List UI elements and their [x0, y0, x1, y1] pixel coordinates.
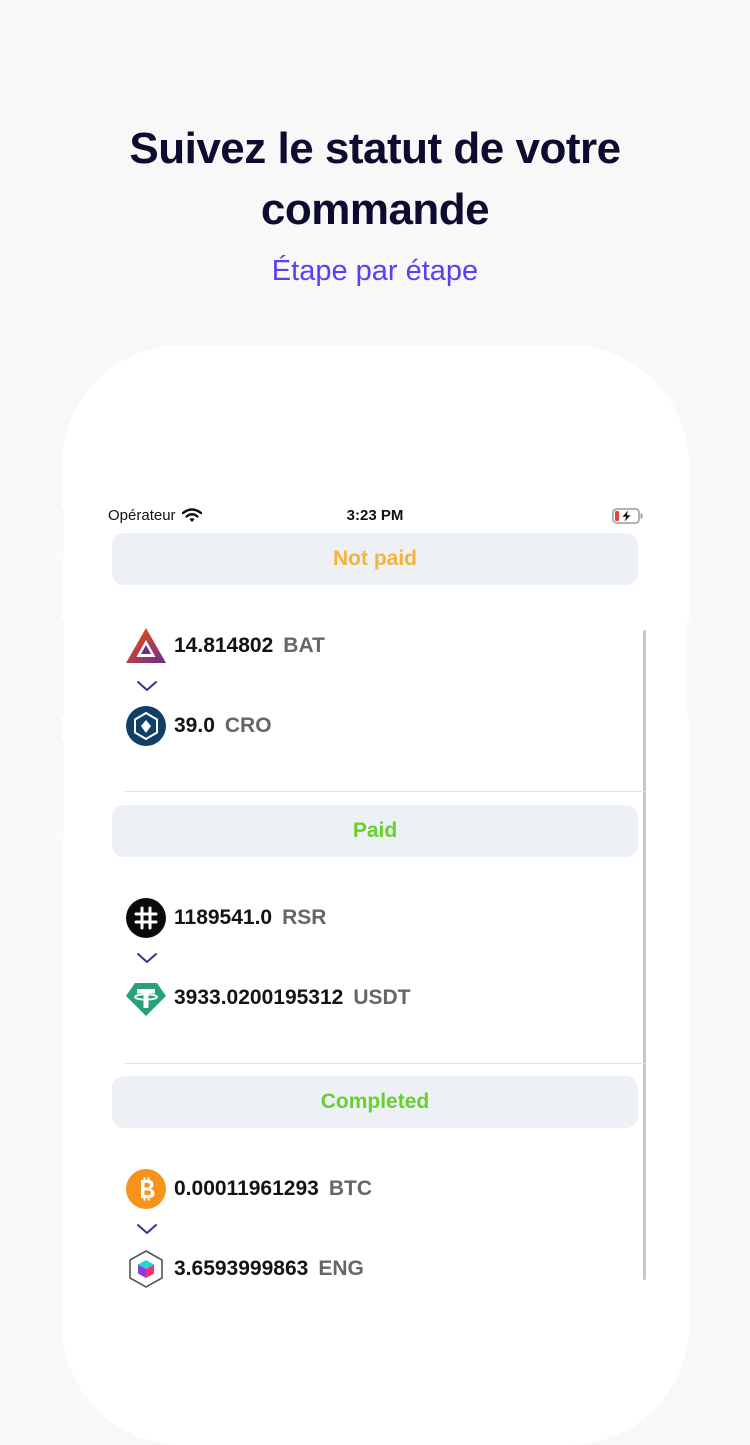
battery-charging-icon — [612, 508, 643, 524]
row-divider — [125, 791, 647, 792]
phone-side-button — [687, 620, 695, 720]
to-currency-row: 3.6593999863 ENG — [125, 1248, 364, 1290]
btc-coin-icon — [126, 1169, 166, 1209]
order-card[interactable]: Not paid 14.814802 BAT 39.0 CRO — [112, 533, 647, 793]
headline-line-2: commande — [260, 185, 490, 234]
row-divider — [125, 1063, 647, 1064]
status-label: Paid — [352, 819, 398, 842]
to-amount: 3.6593999863 — [174, 1257, 309, 1280]
order-card[interactable]: Paid 1189541.0 RSR 3933.0200195312 USDT — [112, 805, 647, 1065]
page-headline: Suivez le statut de votre commande — [0, 118, 750, 240]
from-symbol: BAT — [283, 634, 325, 657]
to-currency-row: 3933.0200195312 USDT — [125, 977, 411, 1019]
from-currency-row: 0.00011961293 BTC — [125, 1168, 372, 1210]
eng-coin-icon — [129, 1250, 163, 1288]
chevron-down-icon — [137, 1224, 157, 1234]
to-symbol: CRO — [224, 714, 272, 737]
status-label: Not paid — [333, 547, 417, 570]
chevron-down-icon — [137, 953, 157, 963]
status-pill-completed: Completed — [112, 1076, 638, 1128]
usdt-coin-icon — [126, 983, 166, 1016]
chevron-down-icon — [137, 681, 157, 691]
order-card[interactable]: Completed 0.00011961293 BTC 3.6593999863… — [112, 1076, 638, 1334]
vertical-scrollbar[interactable] — [643, 630, 646, 1280]
status-pill-not-paid: Not paid — [112, 533, 638, 585]
cro-coin-icon — [126, 706, 166, 746]
headline-line-1: Suivez le statut de votre — [129, 124, 621, 173]
from-amount: 14.814802 — [174, 634, 274, 657]
from-currency-row: 14.814802 BAT — [125, 625, 325, 667]
status-pill-paid: Paid — [112, 805, 638, 857]
ios-status-bar: Opérateur 3:23 PM — [108, 503, 644, 529]
to-amount: 3933.0200195312 — [174, 986, 344, 1009]
from-symbol: BTC — [328, 1177, 372, 1200]
phone-side-button — [56, 740, 64, 840]
from-amount: 0.00011961293 — [174, 1177, 319, 1200]
bat-coin-icon — [126, 628, 166, 663]
to-symbol: USDT — [353, 986, 411, 1009]
status-time: 3:23 PM — [346, 507, 404, 524]
to-amount: 39.0 — [174, 714, 215, 737]
phone-side-button — [56, 618, 64, 718]
from-amount: 1189541.0 — [174, 906, 273, 929]
from-currency-row: 1189541.0 RSR — [125, 897, 326, 939]
rsr-coin-icon — [126, 898, 166, 938]
from-symbol: RSR — [282, 906, 327, 929]
phone-side-button — [56, 508, 64, 560]
page-subheadline: Étape par étape — [271, 255, 479, 287]
to-currency-row: 39.0 CRO — [125, 705, 272, 747]
to-symbol: ENG — [318, 1257, 364, 1280]
status-label: Completed — [320, 1090, 430, 1113]
